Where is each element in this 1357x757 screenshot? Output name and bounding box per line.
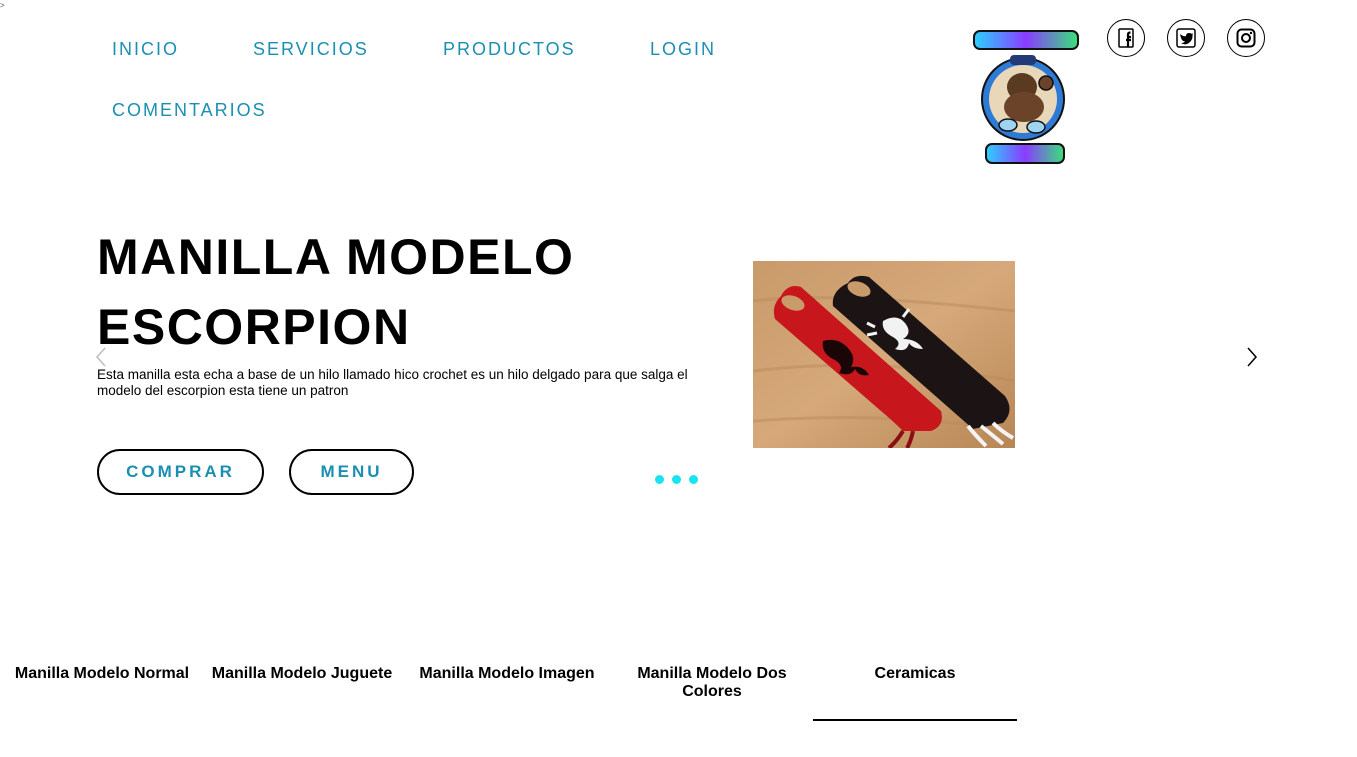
instagram-button[interactable]: [1227, 19, 1265, 57]
carousel-dot[interactable]: [672, 475, 681, 484]
instagram-icon: [1236, 28, 1256, 48]
twitter-icon: [1176, 28, 1196, 48]
facebook-button[interactable]: [1107, 19, 1145, 57]
buy-button[interactable]: COMPRAR: [97, 449, 264, 495]
chevron-right-icon: [1247, 347, 1258, 367]
nav-link-comentarios[interactable]: COMENTARIOS: [112, 100, 267, 121]
tab-manilla-modelo-dos-colores[interactable]: Manilla Modelo Dos Colores: [610, 665, 814, 701]
tab-manilla-modelo-imagen[interactable]: Manilla Modelo Imagen: [405, 665, 609, 683]
tab-ceramicas[interactable]: Ceramicas: [813, 665, 1017, 683]
facebook-icon: [1118, 28, 1134, 48]
carousel-indicators: [655, 475, 698, 484]
carousel-dot[interactable]: [689, 475, 698, 484]
hero-description: Esta manilla esta echa a base de un hilo…: [97, 367, 688, 398]
corner-mark: >: [0, 1, 5, 10]
tab-manilla-modelo-normal[interactable]: Manilla Modelo Normal: [0, 665, 204, 683]
twitter-button[interactable]: [1167, 19, 1205, 57]
active-tab-indicator: [813, 719, 1017, 721]
nav-link-productos[interactable]: PRODUCTOS: [443, 39, 576, 60]
product-image-scorpion-bracelet: [752, 261, 1016, 450]
brand-logo[interactable]: [972, 27, 1080, 167]
bracelet-style-logo-icon: [973, 30, 1079, 164]
tab-manilla-modelo-juguete[interactable]: Manilla Modelo Juguete: [200, 665, 404, 683]
menu-button[interactable]: MENU: [289, 449, 414, 495]
carousel-dot[interactable]: [655, 475, 664, 484]
chevron-left-icon: [95, 347, 106, 367]
carousel-prev-button[interactable]: [92, 344, 112, 370]
nav-link-servicios[interactable]: SERVICIOS: [253, 39, 369, 60]
hero-title: MANILLA MODELO ESCORPION: [97, 229, 575, 355]
nav-link-login[interactable]: LOGIN: [650, 39, 716, 60]
carousel-next-button[interactable]: [1243, 344, 1263, 370]
nav-link-inicio[interactable]: INICIO: [112, 39, 179, 60]
